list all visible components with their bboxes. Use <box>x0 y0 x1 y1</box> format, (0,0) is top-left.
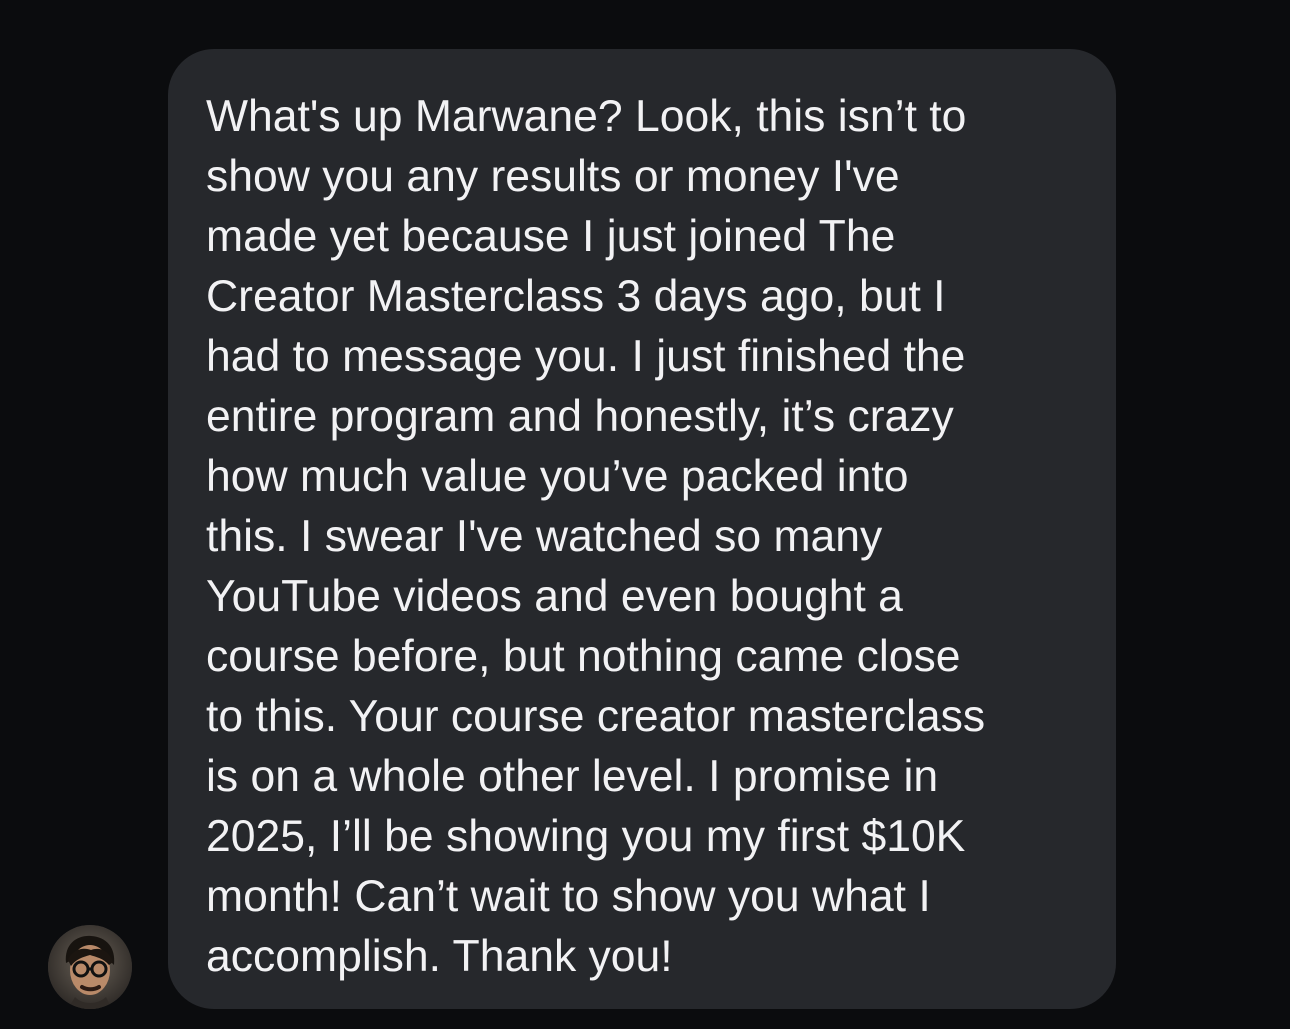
message-line: show you any results or money I've <box>206 152 900 201</box>
message-bubble[interactable]: What's up Marwane? Look, this isn’t to s… <box>168 49 1116 1009</box>
message-line: month! Can’t wait to show you what I <box>206 872 931 921</box>
message-text: What's up Marwane? Look, this isn’t to s… <box>206 87 1078 987</box>
sender-avatar[interactable] <box>48 925 132 1009</box>
message-line: accomplish. Thank you! <box>206 932 673 981</box>
message-line: What's up Marwane? Look, this isn’t to <box>206 92 967 141</box>
message-line: had to message you. I just finished the <box>206 332 966 381</box>
message-line: YouTube videos and even bought a <box>206 572 903 621</box>
message-line: course before, but nothing came close <box>206 632 961 681</box>
message-line: to this. Your course creator masterclass <box>206 692 986 741</box>
incoming-message-row: What's up Marwane? Look, this isn’t to s… <box>0 0 1290 1029</box>
user-avatar-photo-icon <box>48 925 132 1009</box>
message-line: is on a whole other level. I promise in <box>206 752 939 801</box>
message-line: made yet because I just joined The <box>206 212 896 261</box>
message-line: this. I swear I've watched so many <box>206 512 883 561</box>
message-line: how much value you’ve packed into <box>206 452 909 501</box>
chat-screen: What's up Marwane? Look, this isn’t to s… <box>0 0 1290 1029</box>
message-line: entire program and honestly, it’s crazy <box>206 392 954 441</box>
message-line: 2025, I’ll be showing you my first $10K <box>206 812 966 861</box>
message-line: Creator Masterclass 3 days ago, but I <box>206 272 946 321</box>
